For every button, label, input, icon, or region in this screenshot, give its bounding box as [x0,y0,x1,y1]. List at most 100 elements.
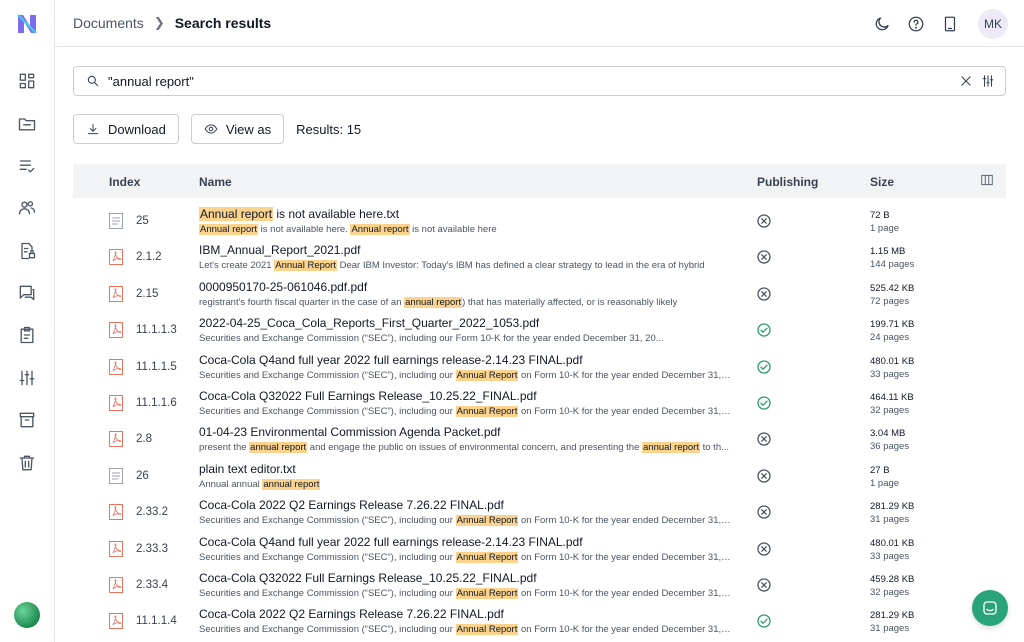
row-filename[interactable]: 01-04-23 Environmental Commission Agenda… [199,425,501,439]
view-as-label: View as [225,121,272,137]
row-filename[interactable]: Coca-Cola Q32022 Full Earnings Release_1… [199,571,537,585]
filter-icon[interactable] [981,74,995,88]
snippet-text: on Form 10-K for the year ended December… [518,515,733,527]
moon-icon[interactable] [872,14,892,34]
snippet-text: ) that has materially affected, or is re… [462,296,678,308]
table-row[interactable]: 11.1.1.4 Coca-Cola 2022 Q2 Earnings Relea… [73,603,1006,639]
table-row[interactable]: 2.33.4 Coca-Cola Q32022 Full Earnings Rel… [73,567,1006,603]
search-input[interactable] [108,73,959,89]
close-icon[interactable] [959,74,973,88]
download-button[interactable]: Download [73,114,179,144]
users-icon[interactable] [16,197,38,219]
row-index: 2.33.4 [136,578,168,591]
breadcrumb-current: Search results [174,15,272,31]
action-bar: Download View as Results: 15 [73,114,361,144]
columns-icon[interactable] [980,173,994,187]
trash-icon[interactable] [16,452,38,474]
dashboard-icon[interactable] [16,70,38,92]
table-row[interactable]: 11.1.1.5 Coca-Cola Q4and full year 2022 f… [73,349,1006,385]
row-filename[interactable]: Coca-Cola Q4and full year 2022 full earn… [199,535,583,549]
app-logo[interactable] [15,12,39,36]
chat-button[interactable] [972,590,1008,626]
text-file-icon [109,213,123,229]
comments-icon[interactable] [16,282,38,304]
table-row[interactable]: 2.33.3 Coca-Cola Q4and full year 2022 ful… [73,531,1006,567]
row-size: 199.71 KB [870,319,915,331]
row-filename[interactable]: Coca-Cola Q4and full year 2022 full earn… [199,353,583,367]
pdf-file-icon [109,540,123,557]
snippet-text: and engage the public on issues of envir… [307,442,642,454]
row-index: 11.1.1.5 [136,360,177,373]
row-filename[interactable]: Coca-Cola 2022 Q2 Earnings Release 7.26.… [199,498,504,512]
avatar[interactable]: MK [978,9,1008,39]
snippet-text: on Form 10-K for the year ended December… [518,405,733,417]
table-row[interactable]: 2.15 0000950170-25-061046.pdf.pdf registra… [73,276,1006,312]
header-publishing[interactable]: Publishing [757,175,818,189]
filename-text: IBM_Annual_Report_2021.pdf [199,243,361,258]
snippet-highlight: annual report [642,442,700,454]
row-filename[interactable]: Coca-Cola 2022 Q2 Earnings Release 7.26.… [199,607,504,621]
snippet-text: Securities and Exchange Commission (“SEC… [199,587,456,599]
table-row[interactable]: 25 Annual report is not available here.tx… [73,203,1006,239]
unpublished-x-icon [757,250,771,265]
row-filename[interactable]: 0000950170-25-061046.pdf.pdf [199,280,367,294]
row-pages: 32 pages [870,404,910,416]
snippet-text: present the [199,442,250,454]
view-as-button[interactable]: View as [190,114,285,144]
archive-icon[interactable] [16,409,38,431]
row-filename[interactable]: Coca-Cola Q32022 Full Earnings Release_1… [199,389,537,403]
row-snippet: registrant's fourth fiscal quarter in th… [199,296,678,308]
tablet-icon[interactable] [940,14,960,34]
download-icon [87,123,99,135]
snippet-text: is not available here [409,224,497,235]
filename-text: 01-04-23 Environmental Commission Agenda… [199,425,501,440]
table-row[interactable]: 2.1.2 IBM_Annual_Report_2021.pdf Let's cre… [73,239,1006,275]
row-size: 3.04 MB [870,428,906,440]
snippet-text: Securities and Exchange Commission (“SEC… [199,333,664,345]
row-index: 26 [136,469,149,482]
row-size: 281.29 KB [870,610,915,622]
filename-text: Coca-Cola 2022 Q2 Earnings Release 7.26.… [199,607,504,622]
text-file-icon [109,467,123,484]
table-row[interactable]: 11.1.1.3 2022-04-25_Coca_Cola_Reports_Fir… [73,312,1006,348]
snippet-text: Dear IBM Investor: Today's IBM has defin… [336,260,705,272]
topbar-actions: MK [872,9,1008,39]
row-pages: 33 pages [870,368,910,380]
row-pages: 33 pages [870,550,910,562]
pdf-file-icon [109,504,123,521]
header-size[interactable]: Size [870,175,894,189]
breadcrumb-documents[interactable]: Documents [73,15,144,31]
table-row[interactable]: 26 plain text editor.txt Annual annual ann… [73,458,1006,494]
workspace-globe-icon[interactable] [14,602,40,628]
row-filename[interactable]: IBM_Annual_Report_2021.pdf [199,243,360,257]
row-filename[interactable]: plain text editor.txt [199,462,296,476]
snippet-text: Securities and Exchange Commission (“SEC… [199,551,456,563]
sliders-icon[interactable] [16,367,38,389]
filename-text: 0000950170-25-061046.pdf.pdf [199,279,368,294]
snippet-highlight: annual report [249,442,308,454]
header-name[interactable]: Name [199,175,232,189]
secure-document-icon[interactable] [16,240,38,262]
row-filename[interactable]: 2022-04-25_Coca_Cola_Reports_First_Quart… [199,316,539,330]
row-filename[interactable]: Annual report is not available here.txt [199,207,399,221]
row-size: 459.28 KB [870,573,915,585]
chat-icon [983,601,997,615]
help-icon[interactable] [906,14,926,34]
checklist-icon[interactable] [16,155,38,177]
snippet-text: Securities and Exchange Commission (“SEC… [199,369,456,381]
snippet-text: on Form 10-K for the year ended December… [518,624,733,636]
row-pages: 1 page [870,223,900,234]
pdf-file-icon [109,394,123,411]
snippet-text: on Form 10-K for the year ended December… [518,587,733,599]
clipboard-icon[interactable] [16,324,38,346]
view-icon [204,124,218,134]
topbar: Documents ❯ Search results MK [55,0,1024,47]
table-row[interactable]: 2.33.2 Coca-Cola 2022 Q2 Earnings Release… [73,494,1006,530]
pdf-file-icon [109,576,123,593]
snippet-text: to th... [699,442,730,454]
table-row[interactable]: 11.1.1.6 Coca-Cola Q32022 Full Earnings R… [73,385,1006,421]
header-index[interactable]: Index [109,175,140,189]
folder-icon[interactable] [16,113,38,135]
table-row[interactable]: 2.8 01-04-23 Environmental Commission Age… [73,421,1006,457]
row-index: 2.1.2 [136,251,162,264]
